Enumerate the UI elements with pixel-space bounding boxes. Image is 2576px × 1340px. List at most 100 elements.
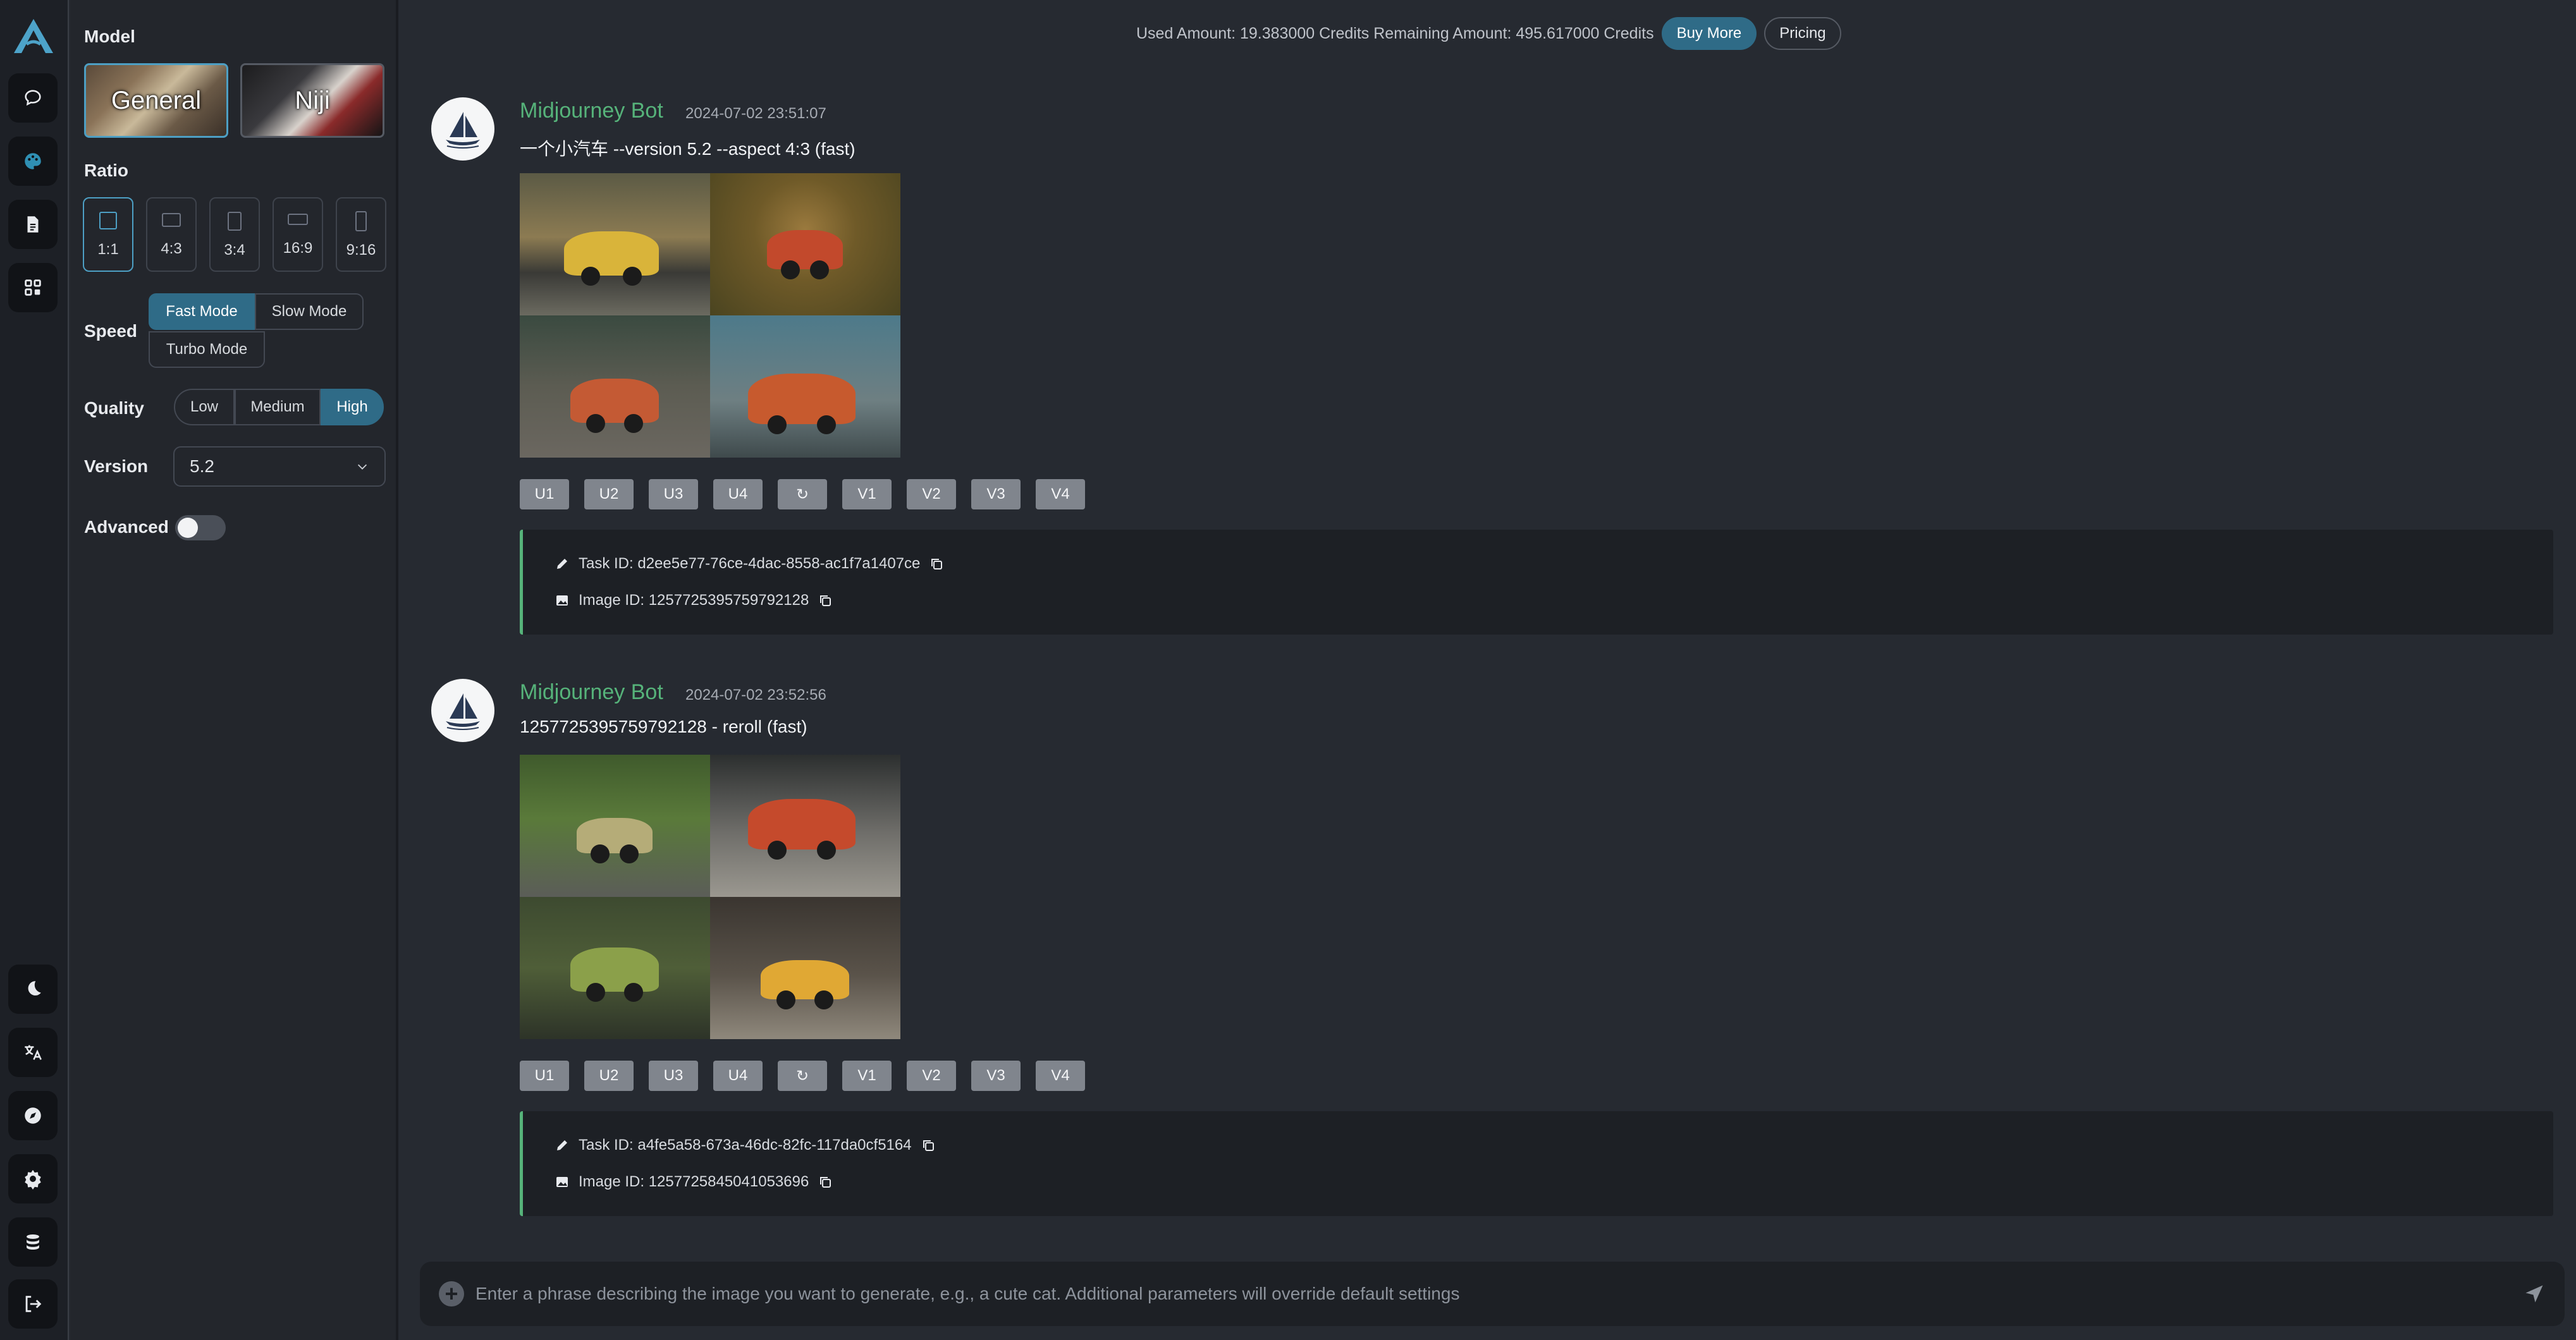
ratio-text: 9:16 [346, 241, 376, 259]
variation-2-button[interactable]: V2 [907, 1061, 956, 1091]
compass-icon [25, 1107, 41, 1124]
grid-image-4[interactable] [710, 315, 900, 458]
car-shape [577, 818, 653, 863]
translate-icon [25, 1045, 42, 1060]
settings-panel: Model General Niji Ratio 1:1 4:3 3:4 16:… [70, 0, 398, 1340]
logout-icon [25, 1296, 42, 1312]
model-niji-card[interactable]: Niji [240, 63, 384, 138]
copy-icon[interactable] [929, 556, 944, 571]
ratio-4-3[interactable]: 4:3 [146, 197, 197, 272]
ratio-9-16[interactable]: 9:16 [336, 197, 386, 272]
version-label: Version [84, 456, 149, 476]
variation-1-button[interactable]: V1 [842, 1061, 892, 1091]
ratio-16-9[interactable]: 16:9 [273, 197, 323, 272]
grid-image-1[interactable] [520, 173, 710, 315]
moon-icon [28, 981, 41, 996]
apps-nav-button[interactable] [8, 263, 58, 312]
ratio-landscape-icon [162, 212, 181, 227]
image-id-text: Image ID: 1257725845041053696 [579, 1173, 809, 1190]
document-nav-button[interactable] [8, 200, 58, 249]
quality-medium-button[interactable]: Medium [235, 389, 321, 425]
task-id-text: Task ID: d2ee5e77-76ce-4dac-8558-ac1f7a1… [579, 555, 921, 572]
theme-toggle-button[interactable] [8, 965, 58, 1014]
ratio-text: 16:9 [283, 239, 313, 257]
grid-image-2[interactable] [710, 173, 900, 315]
variation-3-button[interactable]: V3 [971, 1061, 1021, 1091]
prompt-text: 一个小汽车 --version 5.2 --aspect 4:3 (fast) [520, 139, 856, 159]
model-general-label: General [111, 86, 202, 114]
prompt-text: 1257725395759792128 - reroll (fast) [520, 717, 807, 736]
pricing-button[interactable]: Pricing [1764, 17, 1841, 50]
document-icon [27, 216, 39, 233]
upscale-3-button[interactable]: U3 [649, 1061, 698, 1091]
sailboat-icon [446, 693, 480, 730]
quality-high-button[interactable]: High [321, 389, 384, 425]
action-buttons: U1 U2 U3 U4 ↻ V1 V2 V3 V4 [520, 1061, 1085, 1091]
message-time: 2024-07-02 23:51:07 [685, 105, 826, 122]
ratio-3-4[interactable]: 3:4 [209, 197, 260, 272]
fast-mode-button[interactable]: Fast Mode [149, 293, 255, 330]
variation-4-button[interactable]: V4 [1036, 1061, 1085, 1091]
action-buttons: U1 U2 U3 U4 ↻ V1 V2 V3 V4 [520, 479, 1085, 509]
image-grid[interactable] [520, 755, 900, 1039]
upscale-2-button[interactable]: U2 [584, 1061, 634, 1091]
variation-2-button[interactable]: V2 [907, 479, 956, 509]
version-select[interactable]: 5.2 [173, 446, 386, 487]
ratio-1-1[interactable]: 1:1 [83, 197, 133, 272]
grid-image-1[interactable] [520, 755, 710, 897]
reroll-button[interactable]: ↻ [778, 479, 827, 509]
copy-icon[interactable] [921, 1138, 936, 1153]
reroll-button[interactable]: ↻ [778, 1061, 827, 1091]
buy-more-button[interactable]: Buy More [1661, 17, 1757, 50]
variation-3-button[interactable]: V3 [971, 479, 1021, 509]
draw-nav-button[interactable] [8, 137, 58, 186]
add-attachment-button[interactable]: + [439, 1281, 464, 1306]
car-shape [761, 960, 849, 1009]
app-logo[interactable] [11, 16, 56, 56]
language-button[interactable] [8, 1028, 58, 1077]
image-icon [556, 1177, 568, 1187]
copy-icon[interactable] [818, 593, 833, 608]
ratio-wide-icon [288, 213, 308, 225]
advanced-toggle[interactable] [175, 515, 226, 540]
chat-nav-button[interactable] [8, 73, 58, 123]
chevron-down-icon [357, 464, 367, 470]
ratio-square-icon [99, 212, 117, 229]
credits-button[interactable] [8, 1217, 58, 1267]
task-info-card: Task ID: d2ee5e77-76ce-4dac-8558-ac1f7a1… [520, 530, 2553, 635]
upscale-4-button[interactable]: U4 [713, 1061, 763, 1091]
grid-image-3[interactable] [520, 897, 710, 1039]
prompt-input[interactable] [475, 1284, 2523, 1304]
slow-mode-button[interactable]: Slow Mode [255, 293, 364, 330]
variation-1-button[interactable]: V1 [842, 479, 892, 509]
model-general-card[interactable]: General [84, 63, 228, 138]
turbo-mode-button[interactable]: Turbo Mode [149, 331, 265, 368]
upscale-3-button[interactable]: U3 [649, 479, 698, 509]
upscale-2-button[interactable]: U2 [584, 479, 634, 509]
pencil-icon [557, 1140, 567, 1150]
upscale-1-button[interactable]: U1 [520, 479, 569, 509]
advanced-label: Advanced [84, 517, 169, 537]
quality-label: Quality [84, 398, 144, 418]
pencil-icon [557, 559, 567, 569]
grid-image-4[interactable] [710, 897, 900, 1039]
logout-button[interactable] [8, 1279, 58, 1329]
variation-4-button[interactable]: V4 [1036, 479, 1085, 509]
image-grid[interactable] [520, 173, 900, 458]
icon-rail [0, 0, 69, 1340]
quality-low-button[interactable]: Low [174, 389, 235, 425]
grid-image-3[interactable] [520, 315, 710, 458]
upscale-1-button[interactable]: U1 [520, 1061, 569, 1091]
upscale-4-button[interactable]: U4 [713, 479, 763, 509]
avatar [431, 679, 494, 742]
car-shape [570, 947, 659, 1002]
credits-bar: Used Amount: 19.383000 Credits Remaining… [1136, 17, 1841, 50]
image-id-text: Image ID: 1257725395759792128 [579, 592, 809, 609]
explore-button[interactable] [8, 1091, 58, 1140]
usage-text: Used Amount: 19.383000 Credits Remaining… [1136, 24, 1654, 42]
send-icon[interactable] [2523, 1282, 2546, 1305]
settings-button[interactable] [8, 1154, 58, 1203]
grid-image-2[interactable] [710, 755, 900, 897]
message-time: 2024-07-02 23:52:56 [685, 686, 826, 704]
copy-icon[interactable] [818, 1174, 833, 1190]
